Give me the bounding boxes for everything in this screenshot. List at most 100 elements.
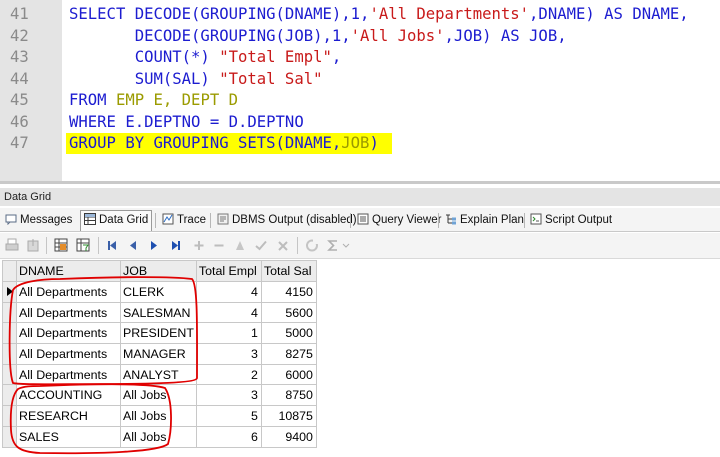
cell-total-empl[interactable]: 3 <box>195 343 262 365</box>
cell-total-empl[interactable]: 4 <box>195 281 262 303</box>
cell-total-empl[interactable]: 2 <box>195 363 262 386</box>
cell-total-empl[interactable]: 6 <box>195 425 262 448</box>
cell-dname[interactable]: All Departments <box>16 343 121 365</box>
cell-total-sal[interactable]: 5600 <box>260 301 317 324</box>
row-indicator[interactable] <box>2 405 17 427</box>
column-header-total-empl[interactable]: Total Empl <box>195 260 262 282</box>
first-record-icon[interactable] <box>105 238 119 253</box>
filter-icon[interactable] <box>76 238 90 253</box>
table-row[interactable]: SALES All Jobs 6 9400 <box>2 425 317 448</box>
table-row[interactable]: All Departments SALESMAN 4 5600 <box>2 301 317 324</box>
column-header-total-sal[interactable]: Total Sal <box>260 260 317 282</box>
cell-total-sal[interactable]: 8275 <box>260 343 317 365</box>
tab-trace[interactable]: Trace <box>159 211 209 230</box>
sum-icon[interactable] <box>326 238 340 253</box>
grid-body: All Departments CLERK 4 4150 All Departments… <box>2 281 317 448</box>
cell-job[interactable]: PRESIDENT <box>120 322 197 345</box>
cell-dname[interactable]: All Departments <box>16 281 121 303</box>
cell-job[interactable]: All Jobs <box>120 405 197 427</box>
cell-dname[interactable]: All Departments <box>16 363 121 386</box>
table-row[interactable]: All Departments PRESIDENT 1 5000 <box>2 322 317 345</box>
cell-job[interactable]: CLERK <box>120 281 197 303</box>
row-indicator[interactable] <box>2 301 17 324</box>
tab-label: Query Viewer <box>372 214 442 226</box>
cell-total-empl[interactable]: 4 <box>195 301 262 324</box>
line-number: 47 <box>10 134 29 152</box>
cell-total-empl[interactable]: 1 <box>195 322 262 345</box>
table-row[interactable]: All Departments ANALYST 2 6000 <box>2 363 317 386</box>
code-line[interactable]: 41 SELECT DECODE(GROUPING(DNAME),1,'All D… <box>0 4 720 26</box>
code-token: , <box>331 48 342 66</box>
cell-total-sal[interactable]: 9400 <box>260 425 317 448</box>
cell-job[interactable]: MANAGER <box>120 343 197 365</box>
cell-total-empl[interactable]: 3 <box>195 384 262 407</box>
table-row[interactable]: RESEARCH All Jobs 5 10875 <box>2 405 317 427</box>
cell-dname[interactable]: All Departments <box>16 301 121 324</box>
code-line[interactable]: 46 WHERE E.DEPTNO = D.DEPTNO <box>0 112 720 134</box>
cell-job[interactable]: All Jobs <box>120 425 197 448</box>
print-icon[interactable] <box>5 238 19 253</box>
column-header-job[interactable]: JOB <box>120 260 197 282</box>
tab-explain-plan[interactable]: Explain Plan <box>442 211 527 230</box>
cell-total-sal[interactable]: 5000 <box>260 322 317 345</box>
cell-dname[interactable]: SALES <box>16 425 121 448</box>
tab-label: Data Grid <box>99 214 149 226</box>
cell-total-sal[interactable]: 6000 <box>260 363 317 386</box>
delete-record-icon[interactable] <box>212 238 226 253</box>
row-indicator[interactable] <box>2 425 17 448</box>
row-indicator[interactable] <box>2 384 17 407</box>
line-number: 44 <box>10 69 29 88</box>
cell-total-empl[interactable]: 5 <box>195 405 262 427</box>
splitter[interactable] <box>0 181 720 184</box>
tab-separator <box>438 213 439 228</box>
tab-data-grid[interactable]: Data Grid <box>80 210 153 231</box>
prior-record-icon[interactable] <box>126 238 140 253</box>
data-grid[interactable]: DNAME JOB Total Empl Total Sal All Depar… <box>2 260 317 448</box>
cell-dname[interactable]: RESEARCH <box>16 405 121 427</box>
last-record-icon[interactable] <box>169 238 183 253</box>
tab-script-output[interactable]: Script Output <box>527 211 615 230</box>
cell-dname[interactable]: ACCOUNTING <box>16 384 121 407</box>
sql-editor[interactable]: 41 SELECT DECODE(GROUPING(DNAME),1,'All D… <box>0 0 720 181</box>
code-line[interactable]: 43 COUNT(*) "Total Empl", <box>0 47 720 69</box>
tab-dbms-output[interactable]: DBMS Output (disabled) <box>214 211 360 230</box>
edit-record-icon[interactable] <box>233 238 247 253</box>
code-line[interactable]: 47 GROUP BY GROUPING SETS(DNAME,JOB) <box>0 133 720 155</box>
refresh-icon[interactable] <box>305 238 319 253</box>
toolbar-separator <box>297 237 298 254</box>
table-row[interactable]: All Departments CLERK 4 4150 <box>2 281 317 303</box>
code-line[interactable]: 45 FROM EMP E, DEPT D <box>0 90 720 112</box>
table-row[interactable]: All Departments MANAGER 3 8275 <box>2 343 317 365</box>
code-text: GROUP BY GROUPING SETS(DNAME,JOB) <box>69 133 379 155</box>
tab-query-viewer[interactable]: Query Viewer <box>354 211 444 230</box>
export-icon[interactable] <box>26 238 40 253</box>
cell-job[interactable]: All Jobs <box>120 384 197 407</box>
code-token: FROM <box>69 91 116 109</box>
code-line[interactable]: 44 SUM(SAL) "Total Sal" <box>0 69 720 91</box>
insert-record-icon[interactable] <box>192 238 206 253</box>
row-indicator[interactable] <box>2 363 17 386</box>
grid-icon <box>84 213 96 225</box>
cell-dname[interactable]: All Departments <box>16 322 121 345</box>
chevron-down-icon[interactable] <box>342 238 350 253</box>
post-edit-icon[interactable] <box>254 238 268 253</box>
cell-total-sal[interactable]: 4150 <box>260 281 317 303</box>
code-token: ,DNAME) AS DNAME, <box>529 5 689 23</box>
cell-total-sal[interactable]: 10875 <box>260 405 317 427</box>
cell-job[interactable]: ANALYST <box>120 363 197 386</box>
row-indicator-header[interactable] <box>2 260 17 282</box>
cell-total-sal[interactable]: 8750 <box>260 384 317 407</box>
cancel-edit-icon[interactable] <box>276 238 290 253</box>
row-indicator[interactable] <box>2 322 17 345</box>
column-header-dname[interactable]: DNAME <box>16 260 121 282</box>
row-indicator[interactable] <box>2 343 17 365</box>
code-line[interactable]: 42 DECODE(GROUPING(JOB),1,'All Jobs',JOB… <box>0 26 720 48</box>
tab-messages[interactable]: Messages <box>2 211 75 230</box>
cell-job[interactable]: SALESMAN <box>120 301 197 324</box>
grid-view-icon[interactable] <box>54 238 68 253</box>
table-row[interactable]: ACCOUNTING All Jobs 3 8750 <box>2 384 317 407</box>
line-number: 42 <box>10 26 29 45</box>
code-token: SUM(SAL) <box>69 69 220 88</box>
row-indicator[interactable] <box>2 281 17 303</box>
next-record-icon[interactable] <box>147 238 161 253</box>
